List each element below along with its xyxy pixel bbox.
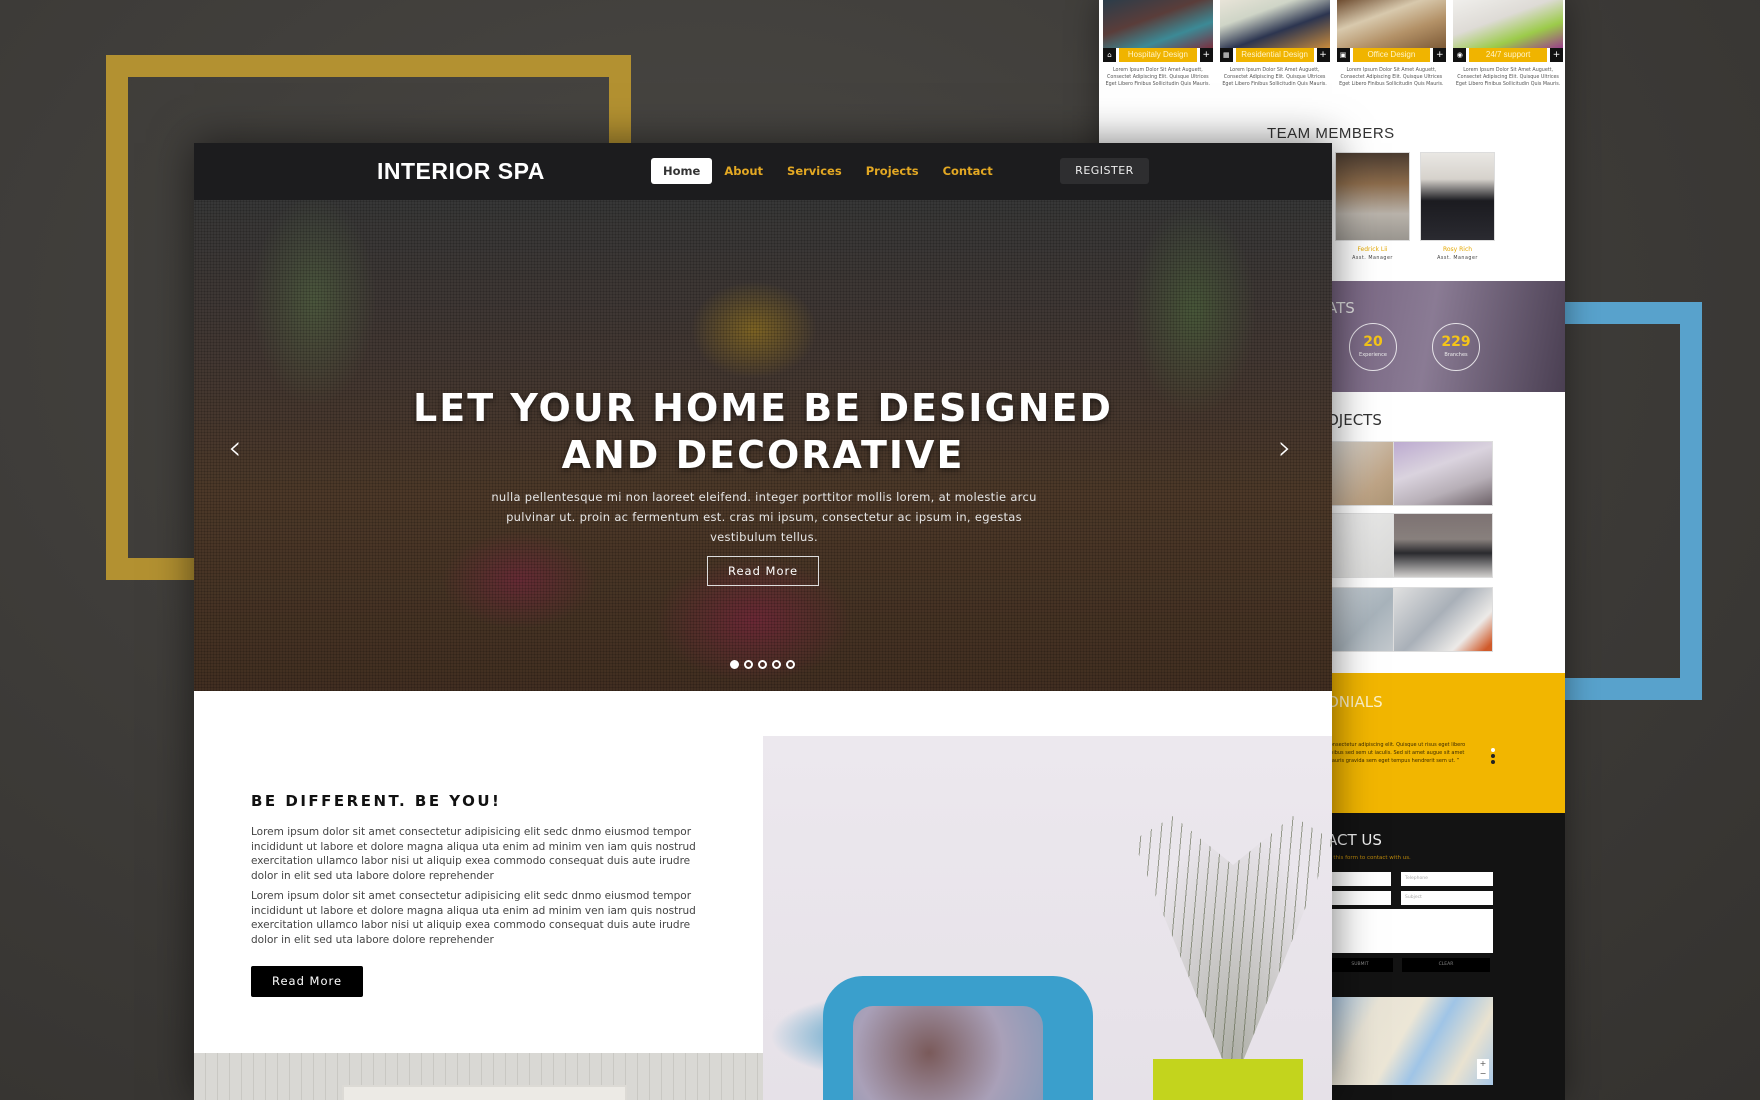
service-label[interactable]: Hospitaly Design [1119,48,1197,62]
team-member-photo [1420,152,1495,241]
telephone-field[interactable]: Telephone [1401,872,1493,886]
testimonials-title: ONIALS [1327,693,1383,711]
nav-about[interactable]: About [712,158,775,184]
support-icon: ◉ [1453,48,1467,62]
hero-title-line: LET YOUR HOME BE DESIGNED [413,386,1113,430]
service-label[interactable]: 24/7 support [1469,48,1547,62]
brand-logo[interactable]: INTERIOR SPA [377,158,545,185]
stat-circle: 229 Branches [1432,323,1480,371]
nav-menu: Home About Services Projects Contact [651,158,1005,184]
service-image [1103,0,1213,48]
subject-field[interactable]: Subject [1401,891,1493,905]
team-title: TEAM MEMBERS [1267,125,1395,142]
pager-dot[interactable] [1491,748,1495,752]
plus-icon[interactable]: + [1550,48,1563,62]
project-thumbnail[interactable] [1393,441,1493,506]
zoom-in-icon[interactable]: + [1477,1059,1489,1069]
about-section: BE DIFFERENT. BE YOU! Lorem ipsum dolor … [194,691,763,1053]
service-card: ▦ Residential Design + Lorem Ipsum Dolor… [1219,0,1330,100]
nav-projects[interactable]: Projects [854,158,931,184]
services-row: ⌂ Hospitaly Design + Lorem Ipsum Dolor S… [1103,0,1563,100]
about-image-chair-plant [763,736,1332,1100]
building-icon: ▦ [1219,48,1233,62]
submit-button[interactable]: SUBMIT [1327,958,1393,972]
window-image [342,1085,627,1100]
stat-label: Branches [1444,352,1468,358]
about-paragraph: Lorem ipsum dolor sit amet consectetur a… [251,826,696,883]
project-thumbnail[interactable] [1393,587,1493,652]
next-section-image [194,1053,763,1100]
carousel-dot[interactable] [758,660,767,669]
team-member-role: Asst. Manager [1352,256,1393,261]
about-read-more-button[interactable]: Read More [251,966,363,997]
pager-dot[interactable] [1491,754,1495,758]
hero-carousel: LET YOUR HOME BE DESIGNED AND DECORATIVE… [194,200,1332,691]
about-paragraph: Lorem ipsum dolor sit amet consectetur a… [251,890,696,947]
zoom-out-icon[interactable]: − [1477,1069,1489,1079]
contact-subtitle: ill this form to contact with us. [1327,855,1411,861]
service-text: Lorem Ipsum Dolor Sit Amet Auguett, Cons… [1455,68,1561,87]
carousel-dot[interactable] [772,660,781,669]
testimonial-pager [1491,748,1495,766]
plus-icon[interactable]: + [1199,48,1213,62]
testimonial-text: consectetur adipiscing elit. Quisque ut … [1327,742,1466,764]
carousel-dot[interactable] [744,660,753,669]
email-field[interactable] [1327,891,1391,905]
pillow-image [853,1006,1043,1100]
plant-image [1133,816,1332,1061]
service-text: Lorem Ipsum Dolor Sit Amet Auguett, Cons… [1339,68,1444,87]
main-page-front: INTERIOR SPA Home About Services Project… [194,143,1332,1100]
hero-title: LET YOUR HOME BE DESIGNED AND DECORATIVE [194,385,1332,479]
service-image [1336,0,1447,48]
service-image [1219,0,1330,48]
service-card: ⌂ Hospitaly Design + Lorem Ipsum Dolor S… [1103,0,1213,100]
team-member-name: Fedrick Lii [1357,246,1388,253]
service-text: Lorem Ipsum Dolor Sit Amet Auguett, Cons… [1222,68,1327,87]
office-icon: ▣ [1336,48,1350,62]
stat-value: 20 [1363,334,1383,350]
pager-dot[interactable] [1491,760,1495,764]
carousel-prev-icon[interactable]: ‹ [228,428,242,468]
nav-home[interactable]: Home [651,158,713,184]
register-button[interactable]: REGISTER [1060,158,1149,184]
carousel-dot[interactable] [730,660,739,669]
clear-button[interactable]: CLEAR [1402,958,1490,972]
map-zoom-control: + − [1477,1059,1489,1079]
nav-services[interactable]: Services [775,158,854,184]
hero-read-more-button[interactable]: Read More [707,556,819,586]
name-field[interactable] [1327,872,1391,886]
hero-title-line: AND DECORATIVE [561,433,965,477]
service-text: Lorem Ipsum Dolor Sit Amet Auguett, Cons… [1105,68,1211,87]
plus-icon[interactable]: + [1433,48,1447,62]
home-icon: ⌂ [1103,48,1116,62]
top-navbar: INTERIOR SPA Home About Services Project… [194,143,1332,200]
location-map[interactable]: + − [1327,997,1493,1085]
team-member-role: Asst. Manager [1437,256,1478,261]
stat-value: 229 [1441,334,1471,350]
project-thumbnail[interactable] [1393,513,1493,578]
pot-image [1153,1059,1303,1100]
service-label[interactable]: Residential Design [1235,48,1314,62]
projects-title: OJECTS [1327,411,1382,429]
team-member-name: Rosy Rich [1442,246,1473,253]
team-member-card: Fedrick Lii Asst. Manager [1335,152,1410,261]
team-member-card: Rosy Rich Asst. Manager [1420,152,1495,261]
service-label[interactable]: Office Design [1352,48,1431,62]
about-title: BE DIFFERENT. BE YOU! [251,792,502,810]
team-member-photo [1335,152,1410,241]
service-card: ▣ Office Design + Lorem Ipsum Dolor Sit … [1336,0,1447,100]
stat-label: Experience [1359,352,1387,358]
nav-contact[interactable]: Contact [931,158,1005,184]
stat-circle: 20 Experience [1349,323,1397,371]
message-field[interactable] [1327,909,1493,953]
contact-title: ACT US [1327,831,1382,849]
carousel-next-icon[interactable]: › [1278,428,1292,468]
service-image [1453,0,1563,48]
hero-description: nulla pellentesque mi non laoreet eleife… [491,490,1037,544]
service-card: ◉ 24/7 support + Lorem Ipsum Dolor Sit A… [1453,0,1563,100]
plus-icon[interactable]: + [1316,48,1330,62]
carousel-dot[interactable] [786,660,795,669]
carousel-indicators [730,660,795,669]
